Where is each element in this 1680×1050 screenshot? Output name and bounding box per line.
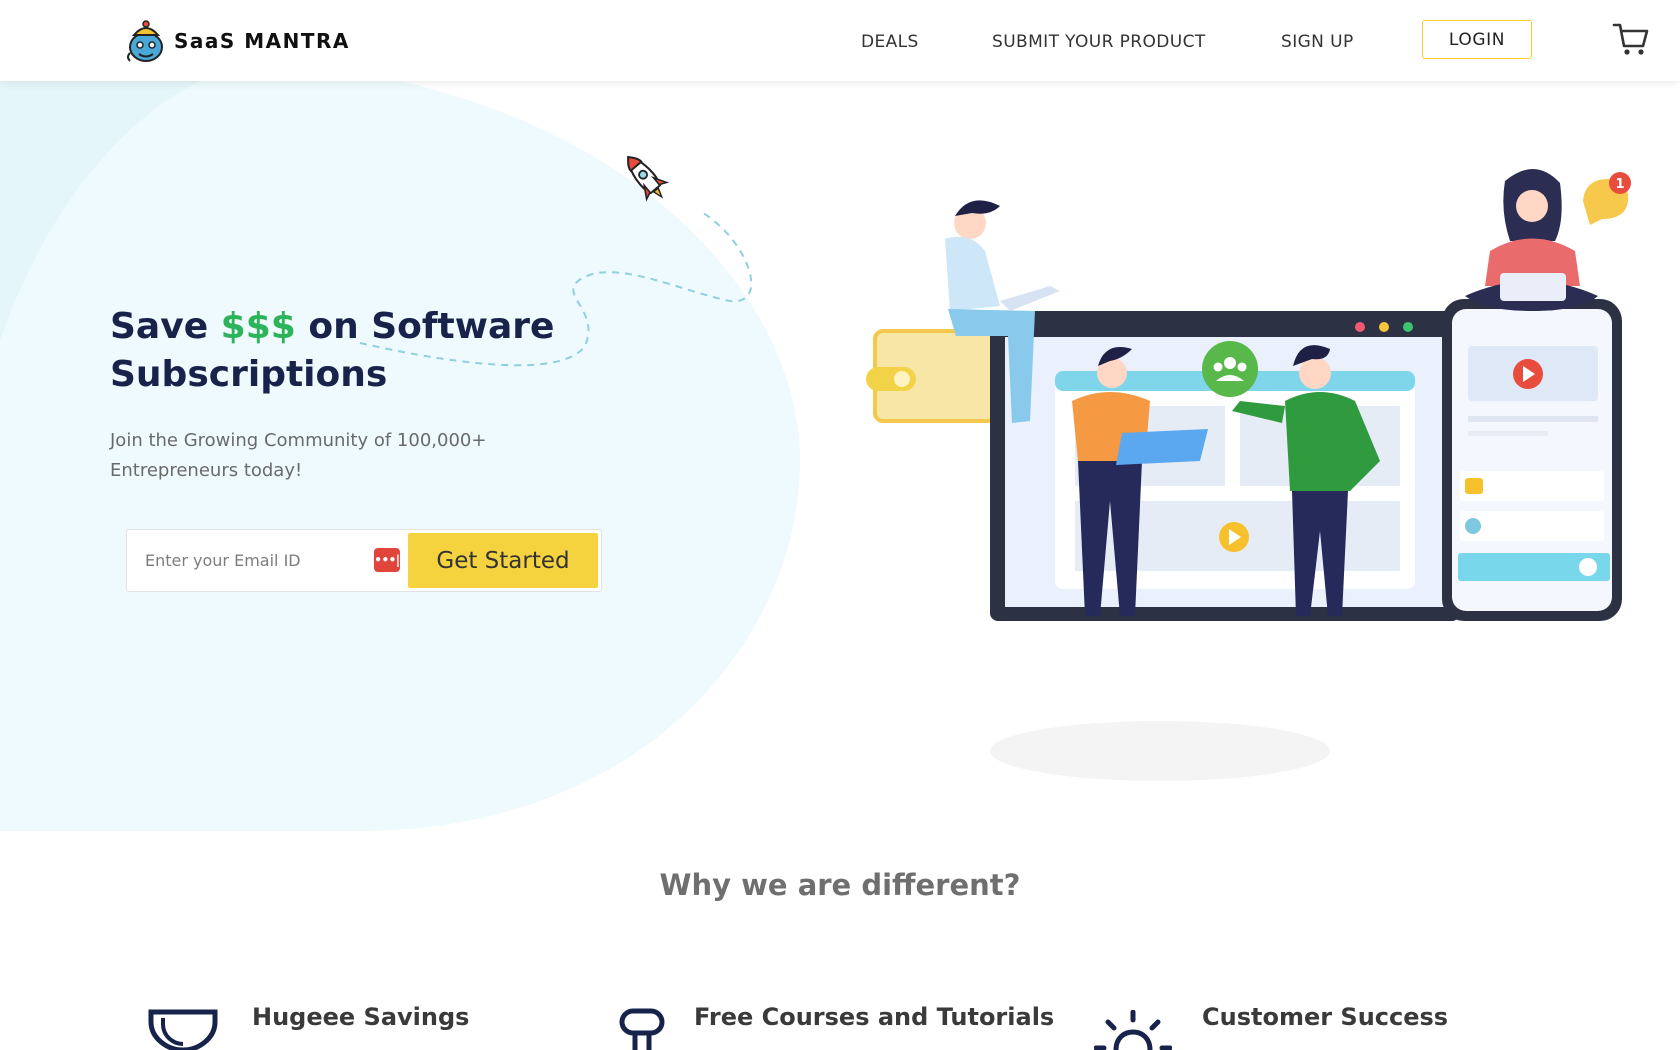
hero-title-part1: Save <box>110 306 221 347</box>
monitor-icon <box>990 311 1460 621</box>
keyhole-icon <box>619 1008 665 1050</box>
brand-logo[interactable]: SaaS MANTRA <box>124 13 350 69</box>
feature-free-courses: Free Courses and Tutorials <box>694 1003 1055 1031</box>
trophy-icon <box>148 1009 218 1050</box>
cart-icon[interactable] <box>1612 20 1650 58</box>
feature-customer-success: Customer Success <box>1202 1003 1449 1031</box>
feature-hugeee-savings: Hugeee Savings <box>252 1003 470 1031</box>
nav-sign-up[interactable]: SIGN UP <box>1281 32 1354 52</box>
person-woman-laptop: 1 <box>1465 168 1631 311</box>
email-signup-form: •••| Get Started <box>126 529 602 592</box>
lightbulb-icon <box>1094 1010 1172 1050</box>
phone-icon <box>1442 299 1622 621</box>
nav-submit-product[interactable]: SUBMIT YOUR PRODUCT <box>992 32 1206 52</box>
why-different-heading: Why we are different? <box>659 868 1021 902</box>
notification-badge: 1 <box>1615 177 1624 192</box>
login-button[interactable]: LOGIN <box>1422 20 1532 59</box>
brand-name: SaaS MANTRA <box>174 29 350 53</box>
hero-title: Save $$$ on Software Subscriptions <box>110 303 670 399</box>
site-header: SaaS MANTRA DEALS SUBMIT YOUR PRODUCT SI… <box>0 0 1680 81</box>
nav-deals[interactable]: DEALS <box>861 32 919 52</box>
hero-illustration: 1 <box>866 168 1631 781</box>
genie-mascot-icon <box>127 20 163 62</box>
email-input[interactable] <box>128 531 368 590</box>
hero-subtitle: Join the Growing Community of 100,000+ E… <box>110 430 487 481</box>
wallet-icon <box>866 329 997 423</box>
hero-section: Save $$$ on Software Subscriptions Join … <box>0 81 1680 831</box>
rocket-icon <box>627 155 670 202</box>
get-started-button[interactable]: Get Started <box>408 533 598 588</box>
hero-title-money: $$$ <box>220 306 296 347</box>
password-manager-icon[interactable]: •••| <box>374 548 400 572</box>
